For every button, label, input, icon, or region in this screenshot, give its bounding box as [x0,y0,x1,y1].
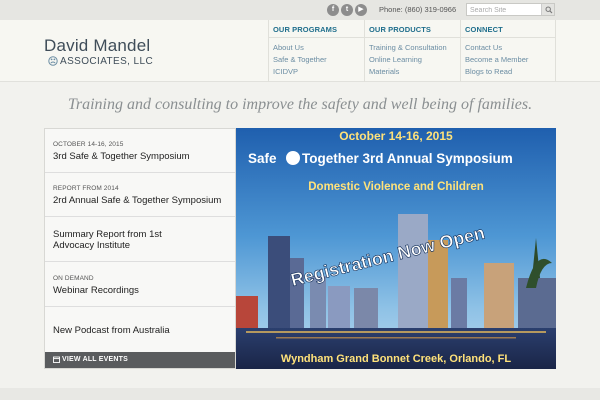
event-item[interactable]: REPORT FROM 2014 2rd Annual Safe & Toget… [45,173,235,217]
search-icon [545,6,553,14]
event-title: New Podcast from Australia [53,325,170,336]
event-date: OCTOBER 14-16, 2015 [53,141,124,148]
top-bar: f t ▶ Phone: (860) 319-0966 [0,0,600,20]
banner-subtitle: Domestic Violence and Children [308,181,484,193]
view-all-label: VIEW ALL EVENTS [62,356,129,363]
search-box [466,3,555,16]
nav-programs: OUR PROGRAMS About Us Safe & Together IC… [268,20,364,82]
event-item[interactable]: Summary Report from 1st Advocacy Institu… [45,217,235,262]
event-item[interactable]: OCTOBER 14-16, 2015 3rd Safe & Together … [45,129,235,173]
nav-item-icidvp[interactable]: ICIDVP [273,67,298,76]
footer-strip [0,388,600,400]
site-header: David Mandel ASSOCIATES, LLC OUR PROGRAM… [0,20,600,82]
events-panel: OCTOBER 14-16, 2015 3rd Safe & Together … [44,128,236,369]
nav-item-safe-together[interactable]: Safe & Together [273,55,327,64]
logo-name: David Mandel [44,36,151,55]
nav-connect: CONNECT Contact Us Become a Member Blogs… [460,20,556,82]
facebook-icon[interactable]: f [327,4,339,16]
nav-heading-products[interactable]: OUR PRODUCTS [369,25,431,34]
nav-item-about-us[interactable]: About Us [273,43,304,52]
calendar-icon [53,356,60,363]
event-title: 3rd Safe & Together Symposium [53,151,190,162]
nav-item-online-learning[interactable]: Online Learning [369,55,422,64]
family-logo-icon [48,56,58,66]
site-tagline: Training and consulting to improve the s… [67,96,533,113]
banner-image: October 14-16, 2015 Safe Together 3rd An… [236,128,556,369]
nav-item-materials[interactable]: Materials [369,67,399,76]
view-all-events-button[interactable]: VIEW ALL EVENTS [45,352,235,368]
nav-item-become-member[interactable]: Become a Member [465,55,528,64]
nav-item-training[interactable]: Training & Consultation [369,43,447,52]
event-item[interactable]: ON DEMAND Webinar Recordings [45,262,235,307]
event-date: ON DEMAND [53,275,94,282]
banner-venue: Wyndham Grand Bonnet Creek, Orlando, FL [281,353,511,365]
search-button[interactable] [541,4,554,15]
event-title: Summary Report from 1st Advocacy Institu… [53,229,162,251]
event-item[interactable]: New Podcast from Australia [45,307,235,352]
event-title: Webinar Recordings [53,285,139,296]
twitter-icon[interactable]: t [341,4,353,16]
logo-subtitle: ASSOCIATES, LLC [60,56,154,67]
banner-date: October 14-16, 2015 [339,129,453,143]
nav-heading-programs[interactable]: OUR PROGRAMS [273,25,337,34]
phone-number: Phone: (860) 319-0966 [379,5,457,14]
event-date: REPORT FROM 2014 [53,185,119,192]
search-input[interactable] [470,5,540,15]
nav-products: OUR PRODUCTS Training & Consultation Onl… [364,20,460,82]
safe-together-logo-icon [286,151,300,165]
youtube-icon[interactable]: ▶ [355,4,367,16]
nav-heading-connect[interactable]: CONNECT [465,25,503,34]
nav-item-contact-us[interactable]: Contact Us [465,43,502,52]
banner-headline-a: Safe [248,151,277,166]
nav-item-blogs[interactable]: Blogs to Read [465,67,512,76]
event-title: 2rd Annual Safe & Together Symposium [53,195,222,206]
banner-headline-b: Together 3rd Annual Symposium [302,151,513,166]
symposium-banner[interactable]: October 14-16, 2015 Safe Together 3rd An… [236,128,556,369]
